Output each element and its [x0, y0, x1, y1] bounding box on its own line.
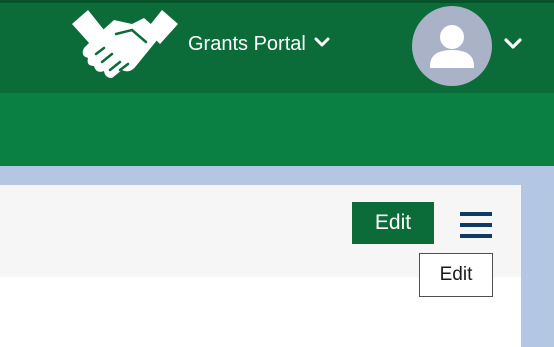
navigation-bar: [0, 93, 554, 166]
hamburger-menu-icon[interactable]: [460, 212, 492, 238]
chevron-down-icon: [314, 35, 330, 53]
chevron-down-icon: [504, 37, 522, 55]
edit-tooltip: Edit: [419, 253, 493, 297]
grants-portal-menu[interactable]: Grants Portal: [188, 28, 330, 60]
grants-portal-label: Grants Portal: [188, 32, 306, 55]
user-account-menu[interactable]: [412, 6, 522, 86]
handshake-icon: [72, 8, 178, 80]
edit-button[interactable]: Edit: [352, 202, 434, 244]
user-avatar-icon: [412, 6, 492, 86]
header-top-strip: [0, 0, 554, 3]
